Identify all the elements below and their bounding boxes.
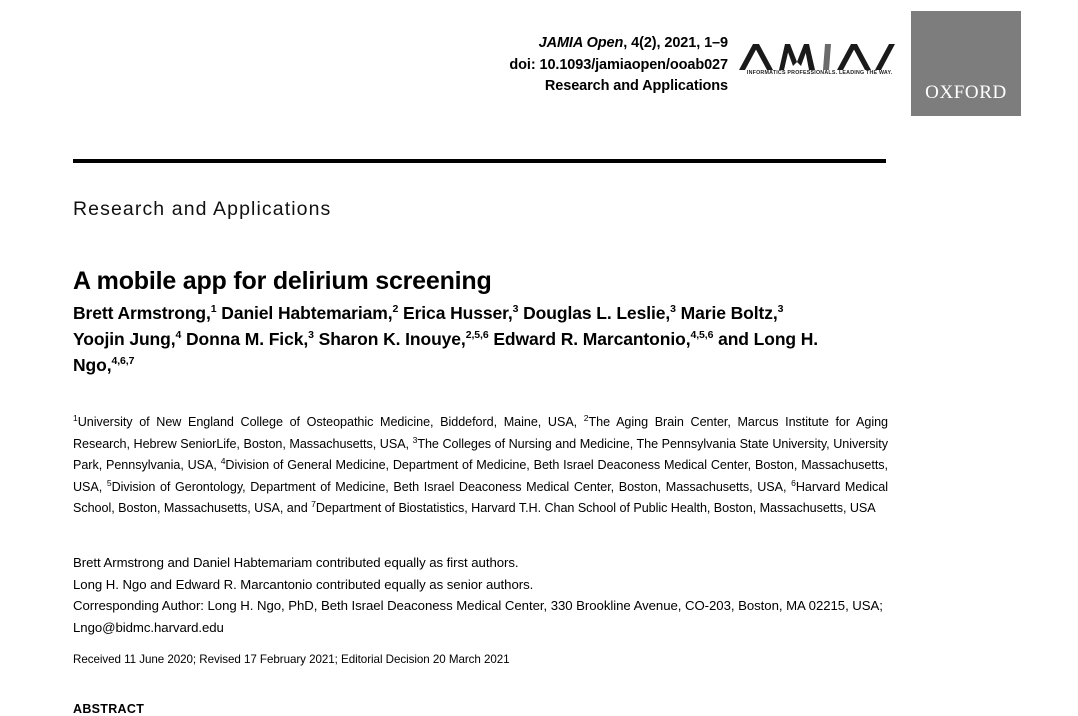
- corresponding-author-note: Corresponding Author: Long H. Ngo, PhD, …: [73, 598, 883, 635]
- note-first-authors: Brett Armstrong and Daniel Habtemariam c…: [73, 555, 519, 570]
- article-history: Received 11 June 2020; Revised 17 Februa…: [73, 653, 510, 666]
- oxford-label: OXFORD: [925, 82, 1007, 103]
- journal-name: JAMIA Open: [538, 35, 624, 51]
- doi-line[interactable]: doi: 10.1093/jamiaopen/ooab027: [380, 55, 728, 77]
- abstract-heading: ABSTRACT: [73, 702, 145, 716]
- affiliations-block: 1University of New England College of Os…: [73, 412, 888, 515]
- amia-tagline: INFORMATICS PROFESSIONALS. LEADING THE W…: [746, 70, 893, 76]
- oxford-publisher-logo: OXFORD: [911, 11, 1021, 116]
- paper-page: JAMIA Open, 4(2), 2021, 1–9 doi: 10.1093…: [0, 0, 1078, 716]
- header-divider: [73, 159, 886, 163]
- amia-logo-icon: [737, 36, 897, 84]
- page-title: A mobile app for delirium screening: [73, 266, 492, 295]
- masthead-section-line: Research and Applications: [544, 78, 728, 94]
- journal-volume-issue: , 4(2), 2021, 1–9: [623, 35, 728, 51]
- author-notes-block: Brett Armstrong and Daniel Habtemariam c…: [73, 552, 888, 638]
- masthead: JAMIA Open, 4(2), 2021, 1–9 doi: 10.1093…: [0, 0, 1078, 130]
- author-list: Brett Armstrong,1 Daniel Habtemariam,2 E…: [73, 303, 819, 375]
- article-section-label: Research and Applications: [73, 198, 332, 220]
- note-senior-authors: Long H. Ngo and Edward R. Marcantonio co…: [73, 576, 534, 592]
- journal-citation-block: JAMIA Open, 4(2), 2021, 1–9 doi: 10.1093…: [380, 33, 728, 98]
- journal-citation-line: JAMIA Open, 4(2), 2021, 1–9: [380, 33, 728, 55]
